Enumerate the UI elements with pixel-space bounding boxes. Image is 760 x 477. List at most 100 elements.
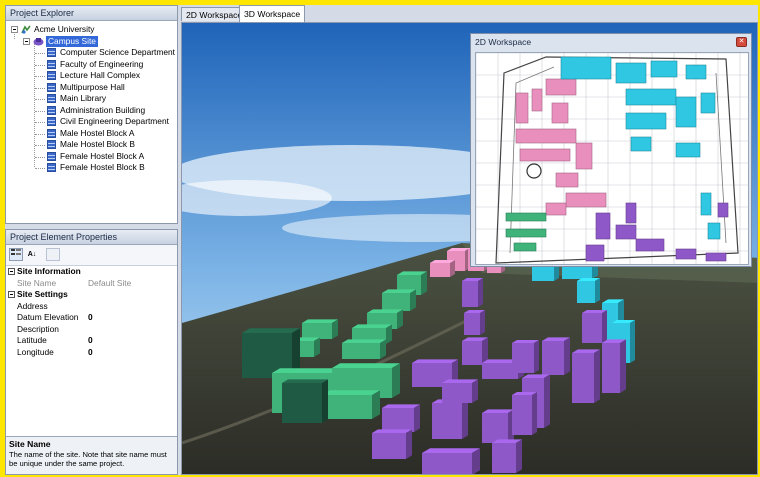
building-icon: [47, 151, 56, 161]
tree-node-project[interactable]: Acme University: [6, 24, 177, 36]
tree-node-building[interactable]: Faculty of Engineering: [6, 59, 177, 71]
building-block: [595, 278, 600, 303]
property-row[interactable]: Latitude 0: [6, 335, 177, 347]
property-grid[interactable]: Site Information Site Name Default Site Sit…: [6, 266, 177, 358]
collapse-toggle[interactable]: [8, 268, 15, 275]
building-block: [462, 341, 482, 365]
app-window: Project Explorer Acme University Campus …: [5, 5, 758, 475]
building-block: [406, 429, 412, 459]
tree-label-building: Computer Science Department: [60, 47, 175, 57]
building-block: [392, 363, 400, 398]
property-category[interactable]: Site Settings: [6, 289, 177, 301]
project-tree[interactable]: Acme University Campus Site Computer Sci…: [6, 21, 177, 174]
building-block: [282, 383, 322, 423]
building-block: [410, 289, 416, 311]
project-explorer-panel: Project Explorer Acme University Campus …: [5, 5, 178, 224]
plan-building: [625, 112, 667, 130]
building-block: [367, 309, 403, 313]
building-block: [422, 448, 480, 453]
building-block: [462, 399, 468, 439]
property-key: Latitude: [17, 335, 47, 345]
property-value[interactable]: 0: [88, 312, 93, 324]
property-row[interactable]: Site Name Default Site: [6, 278, 177, 290]
building-block: [332, 363, 400, 368]
properties-title: Project Element Properties: [6, 230, 177, 245]
tree-node-building[interactable]: Multipurpose Hall: [6, 82, 177, 94]
tab-3d-workspace[interactable]: 3D Workspace: [239, 5, 306, 22]
tree-node-building[interactable]: Main Library: [6, 93, 177, 105]
property-value[interactable]: 0: [88, 335, 93, 347]
building-block: [442, 383, 472, 403]
building-block: [544, 374, 550, 428]
building-block: [472, 379, 478, 403]
building-block: [382, 408, 414, 432]
building-icon: [47, 163, 56, 172]
building-block: [602, 343, 620, 393]
property-category[interactable]: Site Information: [6, 266, 177, 278]
tree-node-site[interactable]: Campus Site: [6, 35, 177, 47]
building-block: [482, 413, 508, 443]
tree-node-building[interactable]: Civil Engineering Department: [6, 116, 177, 128]
tree-node-building[interactable]: Lecture Hall Complex: [6, 70, 177, 82]
building-block: [602, 310, 607, 343]
property-row[interactable]: Description: [6, 324, 177, 336]
properties-panel: Project Element Properties A↓ Site Infor…: [5, 229, 178, 475]
tab-2d-workspace[interactable]: 2D Workspace: [181, 7, 248, 21]
building-block: [582, 313, 602, 343]
tree-node-building[interactable]: Male Hostel Block B: [6, 139, 177, 151]
tree-node-building[interactable]: Female Hostel Block B: [6, 162, 177, 174]
help-title: Site Name: [9, 439, 51, 449]
tree-label-building: Female Hostel Block B: [60, 162, 145, 172]
categorized-icon[interactable]: [9, 248, 23, 261]
tree-node-building[interactable]: Administration Building: [6, 105, 177, 117]
building-icon: [47, 140, 56, 149]
building-block: [534, 340, 539, 373]
building-block: [372, 429, 412, 433]
tree-node-building[interactable]: Computer Science Department: [6, 47, 177, 59]
building-block: [620, 339, 626, 393]
plan-building: [717, 202, 729, 218]
property-category-label: Site Settings: [17, 289, 68, 299]
properties-toolbar: A↓: [6, 245, 177, 266]
building-block: [372, 390, 380, 419]
plan-building: [635, 238, 665, 252]
building-block: [322, 379, 328, 423]
building-block: [432, 403, 462, 439]
tree-label-building: Administration Building: [60, 104, 146, 115]
building-icon: [47, 128, 56, 138]
property-row[interactable]: Address: [6, 301, 177, 313]
collapse-toggle[interactable]: [8, 291, 15, 298]
floating-2d-window[interactable]: 2D Workspace ✕: [470, 33, 752, 267]
building-block: [302, 323, 332, 339]
plan-building: [707, 222, 721, 240]
property-key: Description: [17, 323, 59, 334]
plan-building: [565, 192, 607, 208]
plan-building: [650, 60, 678, 78]
property-row[interactable]: Longitude 0: [6, 347, 177, 359]
floating-window-title-text: 2D Workspace: [475, 37, 532, 47]
building-block: [577, 281, 595, 303]
tree-node-building[interactable]: Male Hostel Block A: [6, 128, 177, 140]
plan-building: [625, 202, 637, 224]
2d-map-view[interactable]: [475, 52, 749, 265]
plan-building: [513, 242, 537, 252]
plan-building: [675, 96, 697, 128]
plan-building: [560, 56, 612, 80]
property-value[interactable]: Default Site: [88, 278, 131, 290]
building-block: [352, 324, 392, 328]
property-value[interactable]: 0: [88, 347, 93, 359]
building-block: [594, 349, 600, 403]
close-icon[interactable]: ✕: [736, 37, 747, 47]
plan-building: [531, 88, 543, 112]
sort-az-icon[interactable]: A↓: [25, 248, 39, 261]
plan-building: [700, 92, 716, 114]
property-category-label: Site Information: [17, 266, 81, 276]
collapse-toggle[interactable]: [23, 37, 30, 45]
plan-building: [545, 78, 577, 96]
building-block: [480, 310, 485, 335]
property-row[interactable]: Datum Elevation 0: [6, 312, 177, 324]
property-pages-icon[interactable]: [46, 248, 60, 261]
tree-label-building: Female Hostel Block A: [60, 150, 145, 161]
collapse-toggle[interactable]: [11, 26, 18, 33]
tree-node-building[interactable]: Female Hostel Block A: [6, 151, 177, 163]
